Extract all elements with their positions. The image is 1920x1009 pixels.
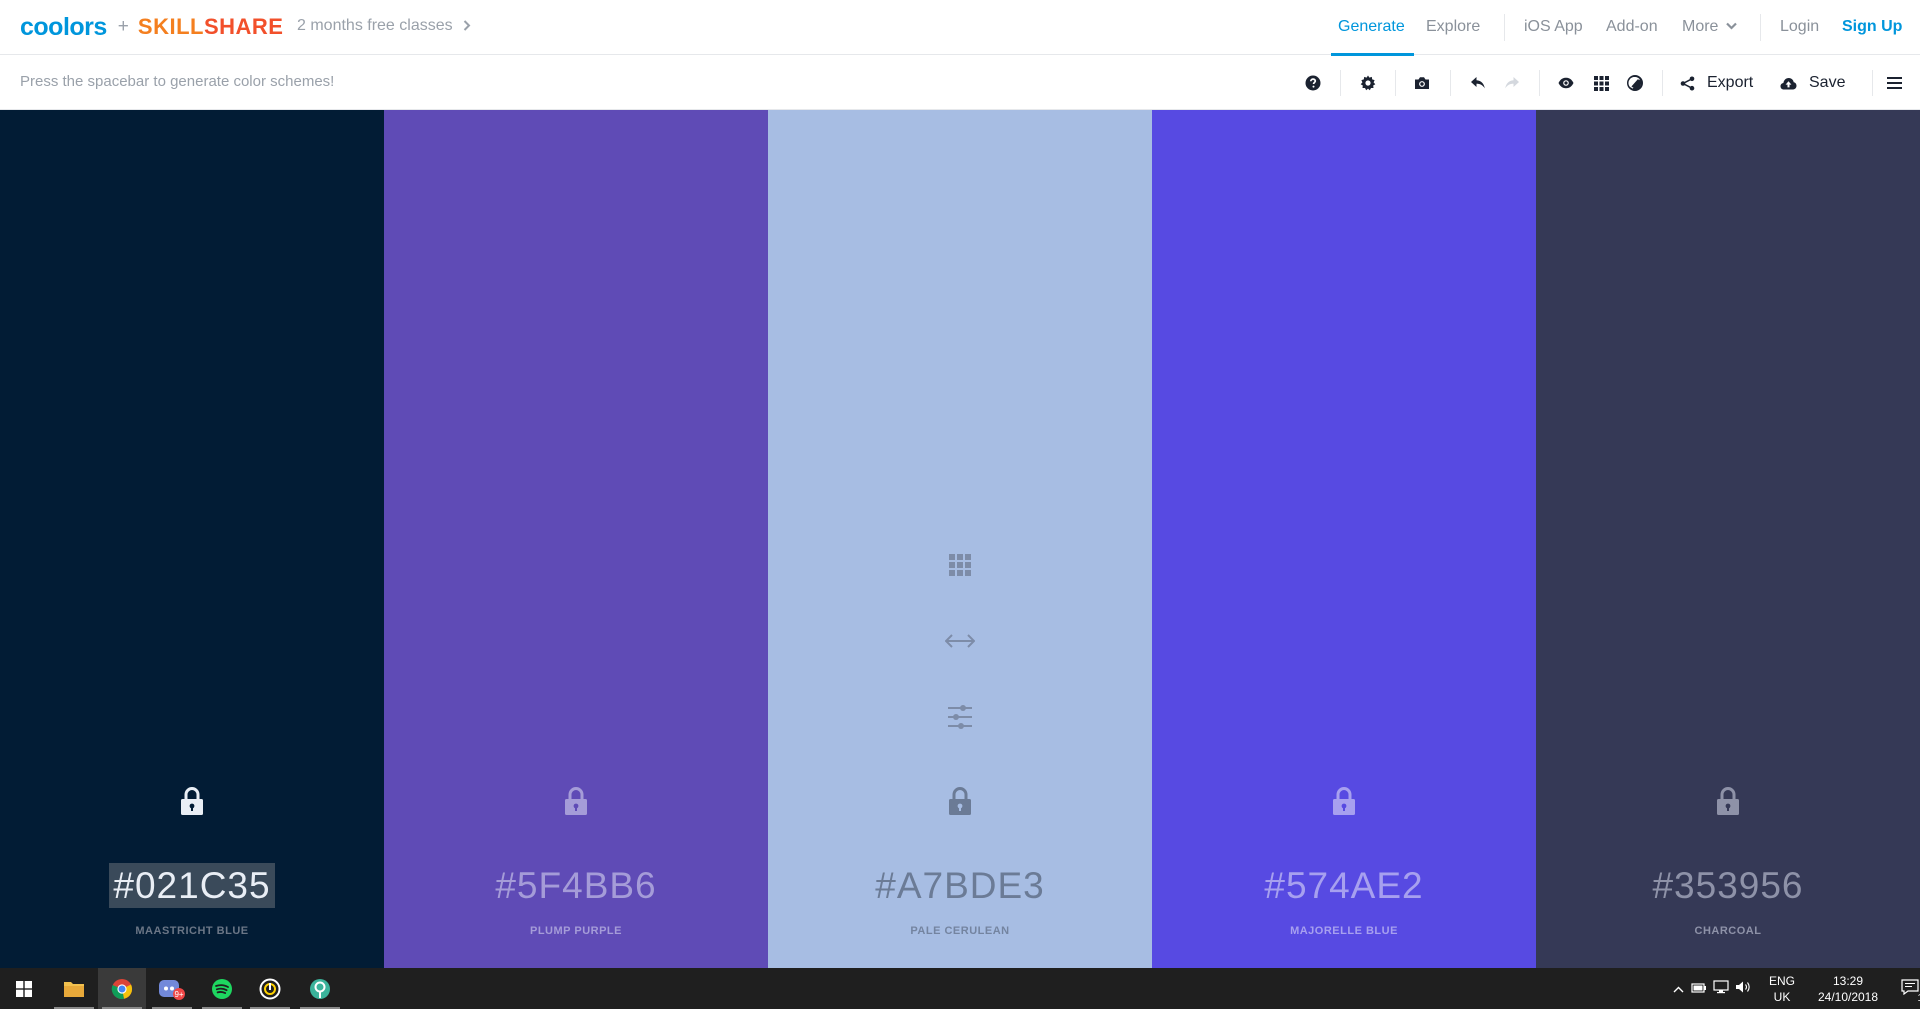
palette-grid-icon[interactable]: [1590, 56, 1612, 110]
chrome-icon[interactable]: [98, 968, 146, 1009]
camera-icon[interactable]: [1411, 56, 1433, 110]
save-button[interactable]: Save: [1780, 56, 1845, 110]
view-icon[interactable]: [1555, 56, 1577, 110]
icue-icon[interactable]: [246, 968, 294, 1009]
nav-generate[interactable]: Generate: [1338, 0, 1405, 55]
hex-code[interactable]: #574AE2: [1152, 865, 1536, 907]
network-icon[interactable]: [1710, 980, 1732, 997]
windows-start-icon[interactable]: [0, 968, 48, 1009]
lock-icon[interactable]: [947, 786, 973, 816]
notifications-icon[interactable]: 1: [1892, 979, 1920, 1004]
adjust-icon[interactable]: [1624, 56, 1646, 110]
hex-code[interactable]: #5F4BB6: [384, 865, 768, 907]
color-name: CHARCOAL: [1694, 925, 1762, 937]
lock-icon[interactable]: [1715, 786, 1741, 816]
windows-taskbar: 9+ ENG UK 13:29 24/10/2018: [0, 968, 1920, 1009]
logo[interactable]: coolors + SKILLSHARE: [20, 12, 283, 42]
redo-icon[interactable]: [1500, 56, 1524, 110]
chevron-up-icon[interactable]: [1668, 982, 1688, 996]
export-label: Export: [1707, 74, 1754, 91]
nav-ios-app[interactable]: iOS App: [1524, 0, 1583, 55]
export-button[interactable]: Export: [1680, 56, 1753, 110]
clock-time: 13:29: [1832, 973, 1864, 988]
sourcetree-icon[interactable]: [296, 968, 344, 1009]
coolors-logo[interactable]: coolors: [20, 13, 107, 42]
save-label: Save: [1809, 74, 1846, 91]
hex-code[interactable]: #021C35: [0, 863, 384, 908]
volume-icon[interactable]: [1732, 980, 1754, 997]
spacebar-hint: Press the spacebar to generate color sch…: [20, 73, 335, 90]
toolbar-divider: [1662, 70, 1663, 96]
toolbar-divider: [1872, 70, 1873, 96]
color-swatch[interactable]: #574AE2 MAJORELLE BLUE: [1152, 110, 1536, 968]
file-explorer-icon[interactable]: [50, 968, 98, 1009]
undo-icon[interactable]: [1466, 56, 1490, 110]
language-indicator[interactable]: ENG UK: [1758, 973, 1806, 1005]
nav-explore[interactable]: Explore: [1426, 0, 1480, 55]
toolbar-divider: [1340, 70, 1341, 96]
nav-more-label: More: [1682, 18, 1719, 35]
shades-grid-icon[interactable]: [945, 550, 975, 580]
nav-sign-up[interactable]: Sign Up: [1842, 0, 1902, 55]
menu-icon[interactable]: [1882, 56, 1906, 110]
upload-icon: [1780, 77, 1797, 90]
color-swatch[interactable]: #A7BDE3 PALE CERULEAN: [768, 110, 1152, 968]
promo-text: 2 months free classes: [297, 17, 453, 34]
drag-arrows-icon[interactable]: [945, 626, 975, 656]
share-icon: [1680, 76, 1695, 91]
nav-divider: [1504, 14, 1505, 41]
system-tray: ENG UK 13:29 24/10/2018 1: [1668, 968, 1920, 1009]
language-code: ENG: [1768, 973, 1795, 988]
swatch-tools: [768, 550, 1152, 778]
clock-date: 24/10/2018: [1817, 989, 1879, 1004]
color-palette: #021C35 MAASTRICHT BLUE #5F4BB6 PLUMP PU…: [0, 110, 1920, 968]
region-code: UK: [1773, 989, 1791, 1004]
color-swatch[interactable]: #021C35 MAASTRICHT BLUE: [0, 110, 384, 968]
clock[interactable]: 13:29 24/10/2018: [1810, 973, 1886, 1005]
hex-code[interactable]: #353956: [1536, 865, 1920, 907]
toolbar-divider: [1539, 70, 1540, 96]
chevron-down-icon: [1726, 0, 1738, 54]
battery-icon[interactable]: [1688, 982, 1710, 996]
discord-icon[interactable]: 9+: [148, 968, 196, 1009]
color-name: PALE CERULEAN: [910, 925, 1010, 937]
promo-link[interactable]: 2 months free classes: [297, 17, 471, 35]
nav-divider: [1760, 14, 1761, 41]
settings-icon[interactable]: [1357, 56, 1379, 110]
skillshare-logo[interactable]: SKILLSHARE: [138, 14, 284, 40]
help-icon[interactable]: [1302, 56, 1324, 110]
toolbar-divider: [1395, 70, 1396, 96]
color-name: MAJORELLE BLUE: [1290, 925, 1398, 937]
color-name: MAASTRICHT BLUE: [135, 925, 249, 937]
lock-icon[interactable]: [179, 786, 205, 816]
toolbar: Press the spacebar to generate color sch…: [0, 56, 1920, 110]
chevron-right-icon: [463, 19, 471, 34]
lock-icon[interactable]: [563, 786, 589, 816]
color-name: PLUMP PURPLE: [530, 925, 622, 937]
discord-badge: 9+: [174, 990, 183, 999]
lock-icon[interactable]: [1331, 786, 1357, 816]
color-swatch[interactable]: #353956 CHARCOAL: [1536, 110, 1920, 968]
nav-login[interactable]: Login: [1780, 0, 1819, 55]
top-navbar: coolors + SKILLSHARE 2 months free class…: [0, 0, 1920, 56]
color-swatch[interactable]: #5F4BB6 PLUMP PURPLE: [384, 110, 768, 968]
adjust-sliders-icon[interactable]: [945, 702, 975, 732]
spotify-icon[interactable]: [198, 968, 246, 1009]
toolbar-divider: [1450, 70, 1451, 96]
hex-code[interactable]: #A7BDE3: [768, 865, 1152, 907]
nav-more[interactable]: More: [1682, 0, 1738, 55]
logo-plus: +: [117, 16, 129, 37]
nav-add-on[interactable]: Add-on: [1606, 0, 1658, 55]
